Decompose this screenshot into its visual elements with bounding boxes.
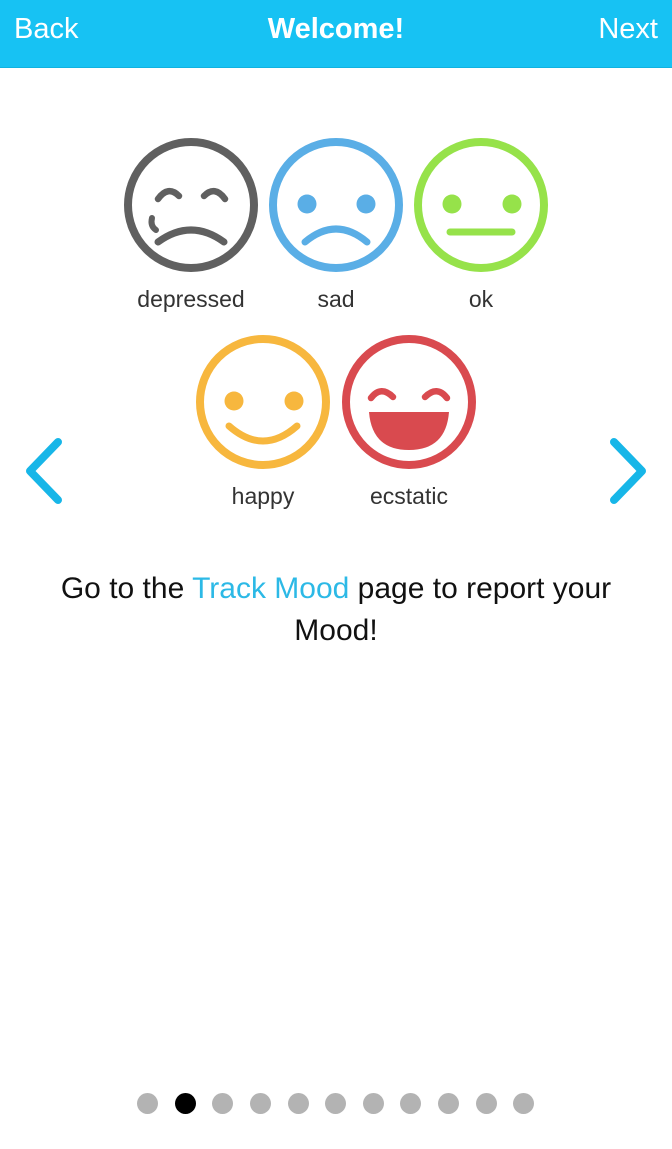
chevron-right-icon [610,438,646,504]
page-dot-10[interactable] [476,1093,497,1114]
next-page-arrow[interactable] [604,436,652,506]
track-mood-link[interactable]: Track Mood [192,572,349,605]
page-dot-2[interactable] [175,1093,196,1114]
message-text-start: Go to the [60,572,193,605]
welcome-screen: Back Welcome! Next depressed sad ok happ… [0,0,672,1149]
page-dot-1[interactable] [137,1093,158,1114]
next-button[interactable]: Next [598,0,658,58]
depressed-face-icon [124,138,258,272]
ecstatic-face-icon [342,335,476,469]
page-dot-8[interactable] [400,1093,421,1114]
page-title: Welcome! [267,13,405,45]
mood-label-depressed: depressed [137,286,245,312]
page-dot-3[interactable] [212,1093,233,1114]
page-dot-9[interactable] [438,1093,459,1114]
navigation-bar: Back Welcome! Next [0,0,672,68]
page-dot-11[interactable] [513,1093,534,1114]
mood-sad: sad [266,136,406,316]
mood-label-ecstatic: ecstatic [370,483,448,509]
sad-face-icon [269,138,403,272]
page-dot-4[interactable] [250,1093,271,1114]
mood-label-happy: happy [231,483,295,509]
mood-happy: happy [193,333,333,513]
mood-label-ok: ok [468,286,494,312]
happy-face-icon [196,335,330,469]
back-button[interactable]: Back [14,0,78,58]
mood-ok: ok [411,136,551,316]
page-dot-6[interactable] [325,1093,346,1114]
mood-depressed: depressed [121,136,261,316]
previous-page-arrow[interactable] [20,436,68,506]
neutral-face-icon [414,138,548,272]
page-indicator [0,1093,672,1115]
mood-label-sad: sad [317,286,355,312]
mood-ecstatic: ecstatic [339,333,479,513]
chevron-left-icon [26,438,62,504]
page-dot-7[interactable] [363,1093,384,1114]
page-dot-5[interactable] [288,1093,309,1114]
instruction-message: Go to the Track Mood page to report your… [40,568,632,652]
